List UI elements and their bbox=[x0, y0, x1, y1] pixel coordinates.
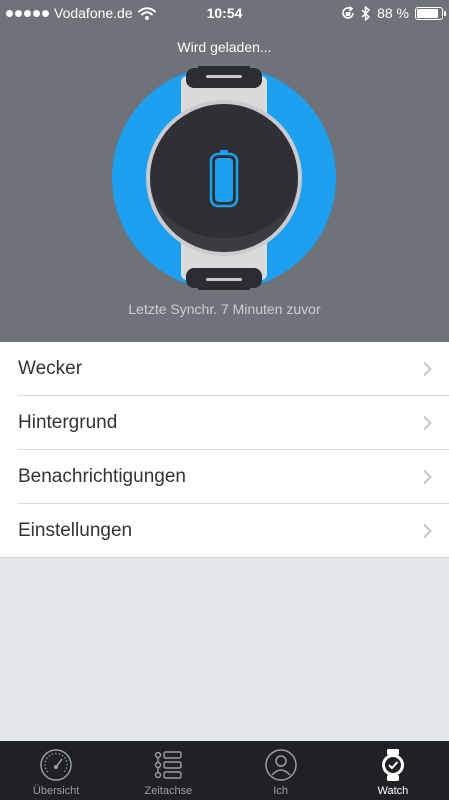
tab-bar: Übersicht Zeitachse Ich Watch bbox=[0, 741, 449, 800]
tab-label: Zeitachse bbox=[144, 785, 193, 797]
chevron-right-icon bbox=[423, 469, 432, 485]
menu-item-label: Wecker bbox=[18, 358, 83, 379]
watch-menu: Wecker Hintergrund Benachrichtigungen Ei… bbox=[0, 342, 449, 558]
timeline-icon bbox=[155, 751, 183, 779]
menu-item-label: Hintergrund bbox=[18, 412, 118, 433]
menu-item-benachrichtigungen[interactable]: Benachrichtigungen bbox=[0, 450, 449, 504]
menu-item-label: Einstellungen bbox=[18, 520, 133, 541]
menu-item-einstellungen[interactable]: Einstellungen bbox=[0, 504, 449, 558]
tab-label: Watch bbox=[377, 785, 409, 797]
rotation-lock-icon bbox=[342, 6, 354, 19]
chevron-right-icon bbox=[423, 361, 432, 377]
menu-item-hintergrund[interactable]: Hintergrund bbox=[0, 396, 449, 450]
tab-watch[interactable]: Watch bbox=[337, 741, 449, 800]
chevron-right-icon bbox=[423, 523, 432, 539]
watch-icon bbox=[381, 749, 404, 781]
last-sync-label: Letzte Synchr. 7 Minuten zuvor bbox=[128, 301, 321, 317]
tab-label: Übersicht bbox=[32, 785, 80, 797]
person-icon bbox=[264, 749, 297, 781]
battery-icon bbox=[415, 6, 446, 20]
watch-illustration bbox=[112, 66, 336, 290]
gauge-icon bbox=[40, 749, 72, 781]
loading-status: Wird geladen... bbox=[177, 39, 272, 55]
battery-percent: 88 % bbox=[377, 5, 409, 21]
tab-zeitachse[interactable]: Zeitachse bbox=[112, 741, 224, 800]
bluetooth-icon bbox=[361, 5, 371, 21]
watch-header: Vodafone.de 10:54 88 % Wird geladen... L… bbox=[0, 0, 449, 342]
chevron-right-icon bbox=[423, 415, 432, 431]
tab-label: Ich bbox=[273, 785, 288, 797]
status-bar: Vodafone.de 10:54 88 % bbox=[0, 0, 449, 26]
tab-ich[interactable]: Ich bbox=[225, 741, 337, 800]
menu-item-label: Benachrichtigungen bbox=[18, 466, 186, 487]
menu-item-wecker[interactable]: Wecker bbox=[0, 342, 449, 396]
tab-uebersicht[interactable]: Übersicht bbox=[0, 741, 112, 800]
